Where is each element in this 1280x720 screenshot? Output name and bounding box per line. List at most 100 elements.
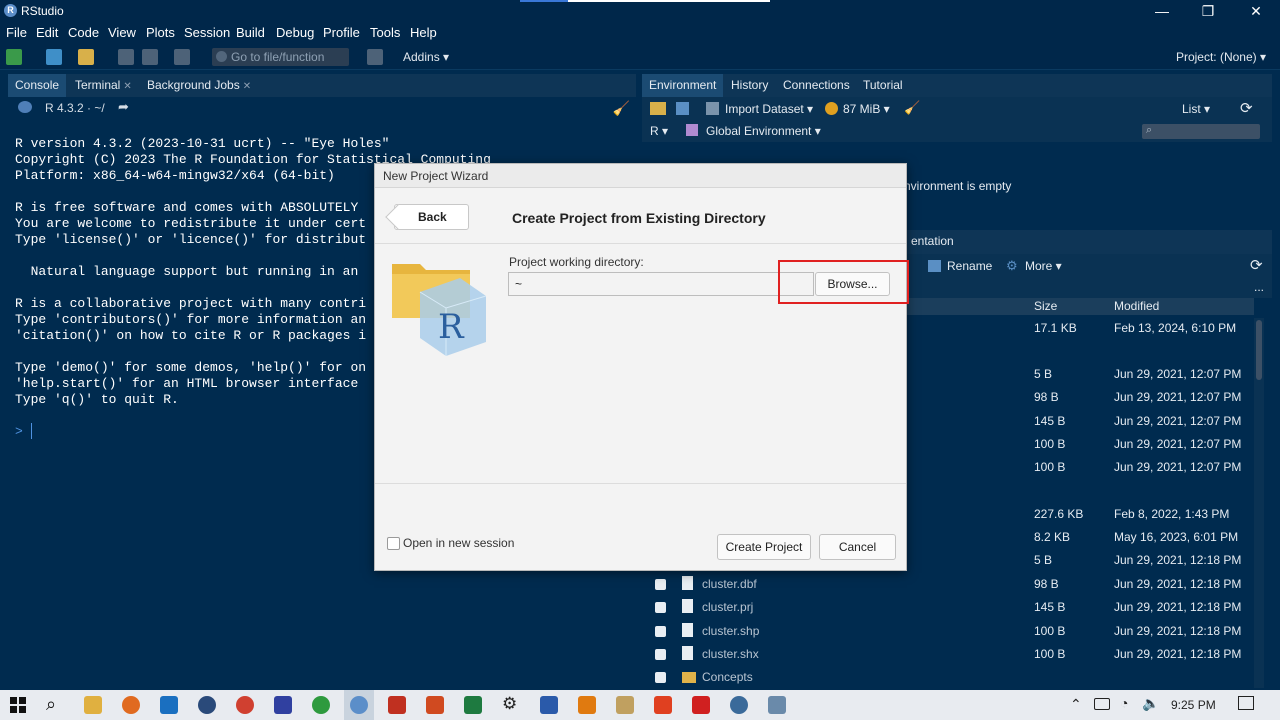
new-project-icon[interactable] xyxy=(46,49,62,65)
print-icon[interactable] xyxy=(174,49,190,65)
tab-environment[interactable]: Environment xyxy=(642,74,724,97)
word-icon[interactable] xyxy=(540,696,558,714)
global-environment-menu[interactable]: Global Environment ▾ xyxy=(706,124,821,138)
firefox-icon[interactable] xyxy=(122,696,140,714)
size-column-header[interactable]: Size xyxy=(1034,299,1057,313)
app-icon[interactable] xyxy=(768,696,786,714)
open-file-icon[interactable] xyxy=(78,49,94,65)
vlc-icon[interactable] xyxy=(578,696,596,714)
taskbar-clock[interactable]: 9:25 PM xyxy=(1171,698,1216,712)
powerpoint-icon[interactable] xyxy=(426,696,444,714)
search-icon[interactable]: ⌕ xyxy=(46,694,56,715)
app-icon[interactable] xyxy=(236,696,254,714)
wifi-icon[interactable]: ◔ xyxy=(1120,695,1128,711)
row-checkbox[interactable] xyxy=(655,649,666,660)
row-checkbox[interactable] xyxy=(655,602,666,613)
directory-field[interactable]: ~ xyxy=(508,272,814,296)
file-name-link[interactable]: cluster.dbf xyxy=(702,577,757,591)
excel-icon[interactable] xyxy=(464,696,482,714)
menu-profile[interactable]: Profile xyxy=(323,25,360,40)
project-menu[interactable]: Project: (None) ▾ xyxy=(1176,50,1266,64)
table-row[interactable]: cluster.shx 100 B Jun 29, 2021, 12:18 PM xyxy=(642,643,1254,666)
settings-icon[interactable]: ⚙ xyxy=(502,694,517,714)
path-ellipsis-button[interactable]: ... xyxy=(1254,280,1264,294)
row-checkbox[interactable] xyxy=(655,579,666,590)
load-workspace-icon[interactable] xyxy=(650,102,666,115)
app-icon[interactable] xyxy=(388,696,406,714)
menu-help[interactable]: Help xyxy=(410,25,437,40)
list-view-menu[interactable]: List ▾ xyxy=(1182,102,1210,116)
menu-tools[interactable]: Tools xyxy=(370,25,400,40)
scrollbar-thumb[interactable] xyxy=(1256,320,1262,380)
app-icon[interactable] xyxy=(274,696,292,714)
menu-plots[interactable]: Plots xyxy=(146,25,175,40)
menu-code[interactable]: Code xyxy=(68,25,99,40)
menu-debug[interactable]: Debug xyxy=(276,25,314,40)
environment-search-input[interactable]: ⌕ xyxy=(1142,124,1260,139)
battery-icon[interactable] xyxy=(1094,698,1110,710)
files-scrollbar[interactable] xyxy=(1254,318,1264,688)
addins-menu[interactable]: Addins ▾ xyxy=(403,50,449,64)
save-icon[interactable] xyxy=(118,49,134,65)
memory-usage-menu[interactable]: 87 MiB ▾ xyxy=(843,102,890,116)
file-name-link[interactable]: cluster.shx xyxy=(702,647,759,661)
goto-dir-icon[interactable]: ➦ xyxy=(118,99,129,115)
tab-presentation[interactable]: entation xyxy=(904,230,961,253)
table-row[interactable]: cluster.dbf 98 B Jun 29, 2021, 12:18 PM xyxy=(642,573,1254,596)
cancel-button[interactable]: Cancel xyxy=(819,534,896,560)
clear-environment-icon[interactable]: 🧹 xyxy=(904,100,920,116)
menu-file[interactable]: File xyxy=(6,25,27,40)
tab-terminal[interactable]: Terminal ✕ xyxy=(68,74,139,97)
app-icon[interactable] xyxy=(616,696,634,714)
menu-build[interactable]: Build xyxy=(236,25,265,40)
create-project-button[interactable]: Create Project xyxy=(717,534,811,560)
save-all-icon[interactable] xyxy=(142,49,158,65)
tab-console[interactable]: Console xyxy=(8,74,67,97)
row-checkbox[interactable] xyxy=(655,626,666,637)
row-checkbox[interactable] xyxy=(655,672,666,683)
notifications-icon[interactable] xyxy=(1238,696,1254,710)
language-menu[interactable]: R ▾ xyxy=(650,124,668,138)
import-dataset-menu[interactable]: Import Dataset ▾ xyxy=(725,102,813,116)
refresh-icon[interactable]: ⟳ xyxy=(1240,99,1253,117)
tab-background-jobs[interactable]: Background Jobs ✕ xyxy=(140,74,258,97)
app-icon[interactable] xyxy=(198,696,216,714)
table-row[interactable]: Concepts xyxy=(642,666,1254,689)
brave-icon[interactable] xyxy=(654,696,672,714)
table-row[interactable]: cluster.shp 100 B Jun 29, 2021, 12:18 PM xyxy=(642,620,1254,643)
new-file-icon[interactable] xyxy=(6,49,22,65)
tab-tutorial[interactable]: Tutorial xyxy=(856,74,910,97)
chrome-icon[interactable] xyxy=(312,696,330,714)
tab-history[interactable]: History xyxy=(724,74,775,97)
goto-file-input[interactable]: Go to file/function xyxy=(212,48,349,66)
back-button[interactable]: Back xyxy=(394,204,469,230)
open-new-session-checkbox[interactable] xyxy=(387,537,400,550)
more-menu[interactable]: More ▾ xyxy=(1025,259,1062,273)
modified-column-header[interactable]: Modified xyxy=(1114,299,1159,313)
folder-name-link[interactable]: Concepts xyxy=(702,670,753,684)
rename-button[interactable]: Rename xyxy=(947,259,992,273)
clear-console-icon[interactable]: 🧹 xyxy=(613,100,630,117)
app-icon[interactable] xyxy=(730,696,748,714)
close-tab-icon[interactable]: ✕ xyxy=(243,81,251,92)
refresh-files-icon[interactable]: ⟳ xyxy=(1250,256,1263,274)
tray-chevron-icon[interactable]: ⌃ xyxy=(1070,696,1082,713)
minimize-button[interactable]: — xyxy=(1152,2,1172,20)
tab-connections[interactable]: Connections xyxy=(776,74,857,97)
file-explorer-icon[interactable] xyxy=(84,696,102,714)
menu-session[interactable]: Session xyxy=(184,25,230,40)
app-icon[interactable] xyxy=(692,696,710,714)
close-tab-icon[interactable]: ✕ xyxy=(123,81,131,92)
console-input-cursor[interactable] xyxy=(31,423,32,439)
windows-start-icon[interactable] xyxy=(10,697,26,713)
grid-layout-icon[interactable] xyxy=(367,49,383,65)
menu-view[interactable]: View xyxy=(108,25,136,40)
menu-edit[interactable]: Edit xyxy=(36,25,58,40)
save-workspace-icon[interactable] xyxy=(676,102,689,115)
maximize-button[interactable]: ❐ xyxy=(1198,2,1218,20)
open-new-session-label[interactable]: Open in new session xyxy=(403,536,514,550)
file-name-link[interactable]: cluster.prj xyxy=(702,600,753,614)
table-row[interactable]: cluster.prj 145 B Jun 29, 2021, 12:18 PM xyxy=(642,596,1254,619)
outlook-icon[interactable] xyxy=(160,696,178,714)
file-name-link[interactable]: cluster.shp xyxy=(702,624,759,638)
